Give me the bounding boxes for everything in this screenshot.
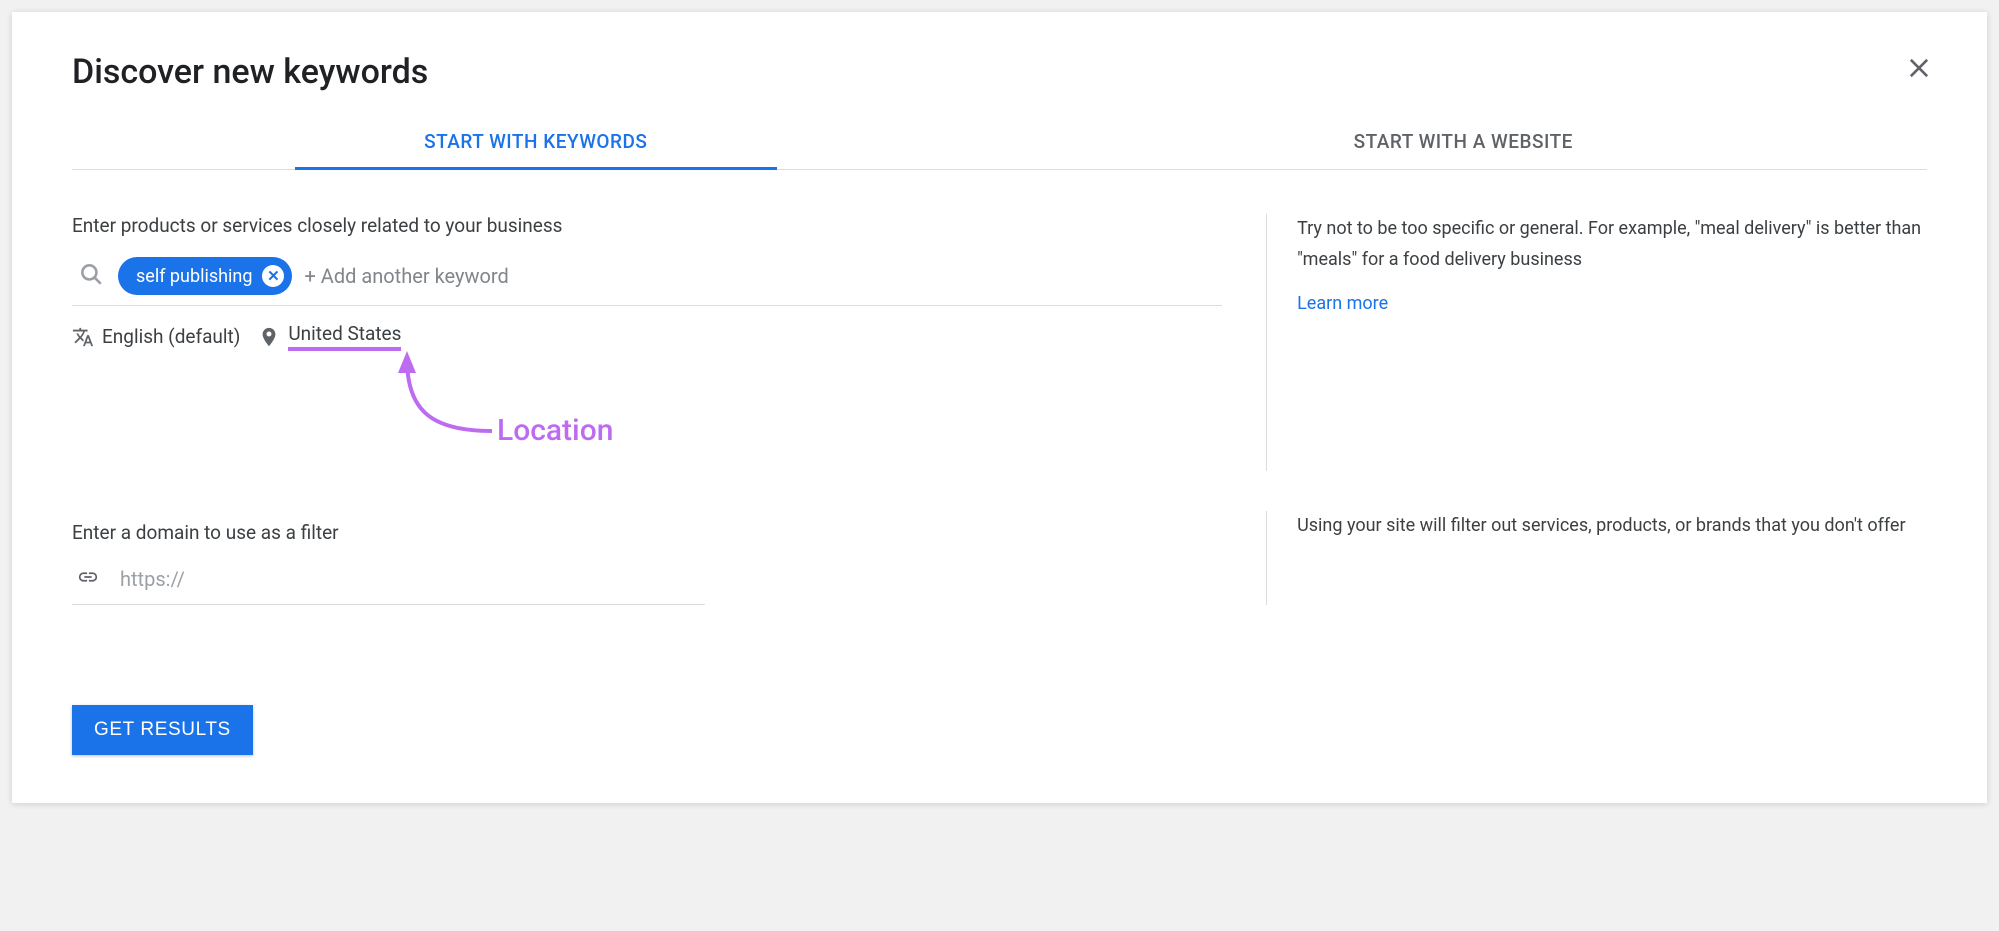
annotation-arrow-icon bbox=[332, 351, 502, 461]
close-icon bbox=[1905, 54, 1933, 82]
keywords-field-label: Enter products or services closely relat… bbox=[72, 214, 1222, 237]
language-label: English (default) bbox=[102, 325, 240, 348]
keywords-tip-text: Try not to be too specific or general. F… bbox=[1297, 214, 1927, 275]
keyword-chip[interactable]: self publishing ✕ bbox=[118, 257, 292, 295]
domain-field-label: Enter a domain to use as a filter bbox=[72, 521, 1222, 544]
location-selector[interactable]: United States bbox=[258, 322, 401, 351]
get-results-button[interactable]: GET RESULTS bbox=[72, 705, 253, 755]
translate-icon bbox=[72, 326, 94, 348]
tab-start-with-website[interactable]: START WITH A WEBSITE bbox=[1000, 116, 1928, 169]
keyword-chip-label: self publishing bbox=[136, 266, 252, 287]
search-icon bbox=[78, 261, 104, 291]
keyword-input-row[interactable]: self publishing ✕ + Add another keyword bbox=[72, 251, 1222, 306]
domain-placeholder: https:// bbox=[120, 567, 185, 591]
tab-start-with-keywords[interactable]: START WITH KEYWORDS bbox=[72, 116, 1000, 169]
annotation-label: Location bbox=[497, 413, 613, 448]
remove-keyword-button[interactable]: ✕ bbox=[262, 265, 284, 287]
close-button[interactable] bbox=[1905, 54, 1933, 86]
tab-bar: START WITH KEYWORDS START WITH A WEBSITE bbox=[72, 116, 1927, 170]
link-icon bbox=[74, 566, 102, 592]
annotation-overlay: Location bbox=[72, 351, 1222, 471]
location-label: United States bbox=[288, 322, 401, 351]
keyword-planner-card: Discover new keywords START WITH KEYWORD… bbox=[12, 12, 1987, 803]
location-pin-icon bbox=[258, 326, 280, 348]
keywords-tip-panel: Try not to be too specific or general. F… bbox=[1266, 214, 1927, 471]
learn-more-link[interactable]: Learn more bbox=[1297, 289, 1388, 320]
domain-input-row[interactable]: https:// bbox=[72, 558, 705, 605]
domain-tip-panel: Using your site will filter out services… bbox=[1266, 511, 1927, 605]
language-selector[interactable]: English (default) bbox=[72, 325, 240, 348]
page-title: Discover new keywords bbox=[72, 52, 1927, 92]
add-keyword-placeholder[interactable]: + Add another keyword bbox=[304, 264, 508, 288]
language-location-row: English (default) United States bbox=[72, 314, 1222, 351]
domain-tip-text: Using your site will filter out services… bbox=[1297, 511, 1927, 542]
